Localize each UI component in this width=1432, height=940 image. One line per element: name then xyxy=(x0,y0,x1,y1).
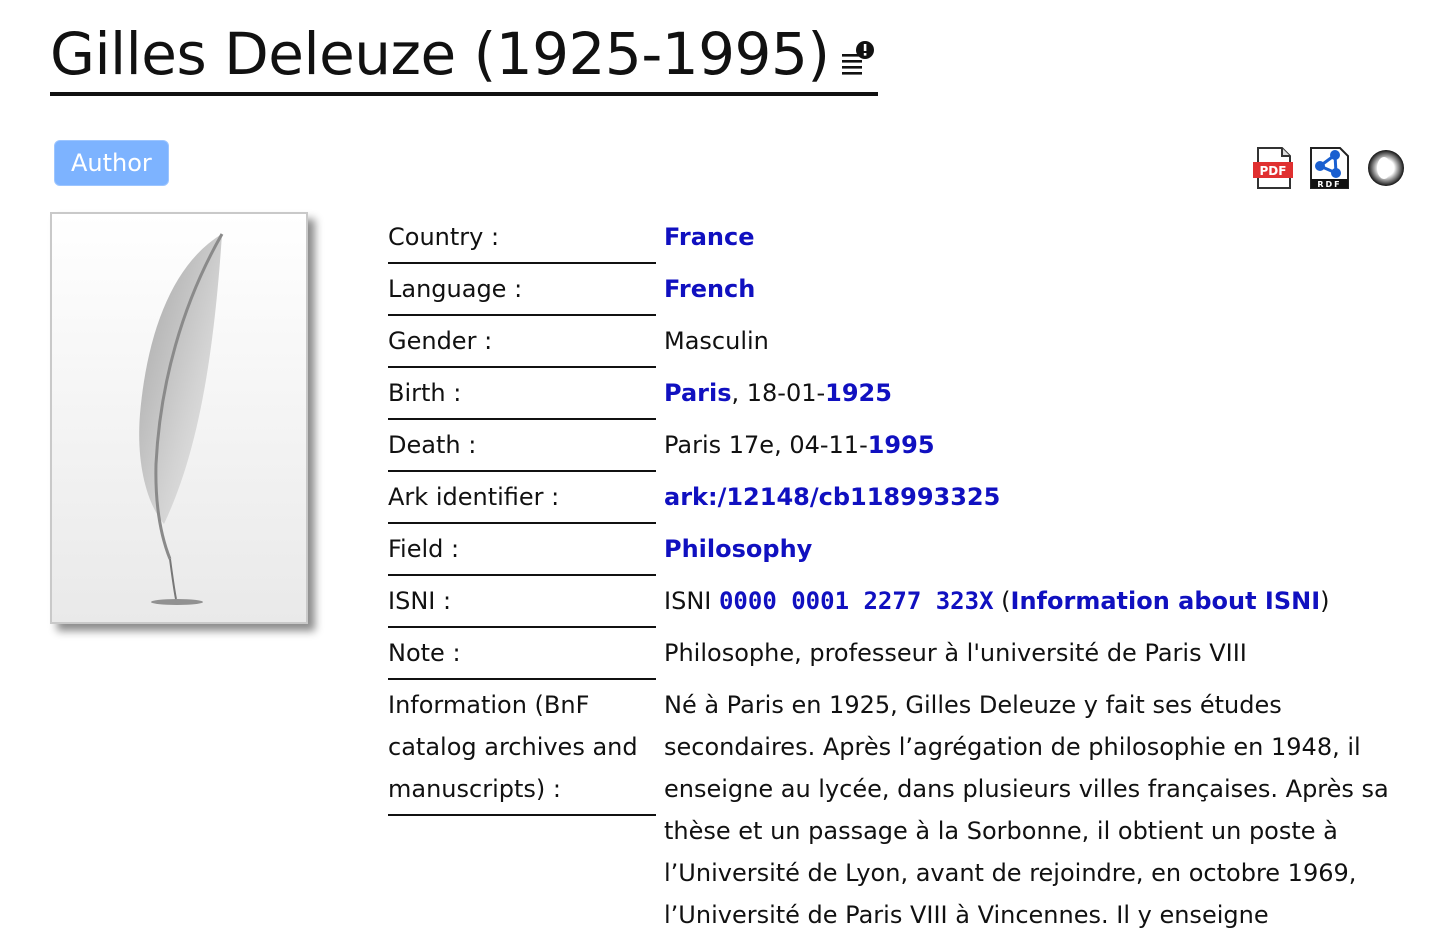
pdf-icon[interactable]: PDF xyxy=(1252,146,1296,190)
info-row-isni: ISNI : ISNI 0000 0001 2277 323X (Informa… xyxy=(388,576,1398,628)
rdf-label: RDF xyxy=(1317,180,1341,189)
isni-value: ISNI 0000 0001 2277 323X (Information ab… xyxy=(656,576,1398,628)
info-row-field: Field : Philosophy xyxy=(388,524,1398,576)
pdf-label: PDF xyxy=(1260,164,1287,178)
field-link[interactable]: Philosophy xyxy=(664,535,812,563)
info-row-country: Country : France xyxy=(388,212,1398,264)
info-row-language: Language : French xyxy=(388,264,1398,316)
isni-prefix: ISNI xyxy=(664,587,719,615)
field-value: Philosophy xyxy=(656,524,1398,576)
language-value: French xyxy=(656,264,1398,316)
note-value: Philosophe, professeur à l'université de… xyxy=(664,639,1247,667)
information-value: Né à Paris en 1925, Gilles Deleuze y fai… xyxy=(664,691,1389,929)
quill-pen-icon xyxy=(139,233,224,605)
birth-date-text: , 18-01- xyxy=(731,379,826,407)
info-row-information: Information (BnF catalog archives and ma… xyxy=(388,680,1398,940)
country-value: France xyxy=(656,212,1398,264)
export-toolbar: PDF RDF xyxy=(1252,146,1408,190)
note-label: Note : xyxy=(388,628,656,680)
field-label: Field : xyxy=(388,524,656,576)
death-label: Death : xyxy=(388,420,656,472)
gender-value: Masculin xyxy=(664,327,769,355)
page: Gilles Deleuze (1925-1995) Author PDF RD… xyxy=(0,0,1432,940)
info-row-death: Death : Paris 17e, 04-11-1995 xyxy=(388,420,1398,472)
death-value: Paris 17e, 04-11-1995 xyxy=(656,420,1398,472)
country-link[interactable]: France xyxy=(664,223,754,251)
birth-label: Birth : xyxy=(388,368,656,420)
info-row-gender: Gender : Masculin xyxy=(388,316,1398,368)
ark-value: ark:/12148/cb118993325 xyxy=(656,472,1398,524)
gender-label: Gender : xyxy=(388,316,656,368)
language-link[interactable]: French xyxy=(664,275,755,303)
document-info-icon[interactable] xyxy=(840,36,878,76)
author-info-table: Country : France Language : French Gende… xyxy=(388,212,1398,940)
rdf-icon[interactable]: RDF xyxy=(1308,146,1352,190)
info-row-ark: Ark identifier : ark:/12148/cb118993325 xyxy=(388,472,1398,524)
birth-place-link[interactable]: Paris xyxy=(664,379,732,407)
death-year-link[interactable]: 1995 xyxy=(868,431,935,459)
language-label: Language : xyxy=(388,264,656,316)
birth-year-link[interactable]: 1925 xyxy=(825,379,892,407)
death-place-date-text: Paris 17e, 04-11- xyxy=(664,431,868,459)
author-badge[interactable]: Author xyxy=(54,140,169,186)
isni-close-paren: ) xyxy=(1320,587,1330,615)
title-block: Gilles Deleuze (1925-1995) xyxy=(50,20,878,96)
ark-identifier-link[interactable]: ark:/12148/cb118993325 xyxy=(664,483,1000,511)
isni-label: ISNI : xyxy=(388,576,656,628)
ark-label: Ark identifier : xyxy=(388,472,656,524)
country-label: Country : xyxy=(388,212,656,264)
information-label: Information (BnF catalog archives and ma… xyxy=(388,680,656,816)
info-row-birth: Birth : Paris, 18-01-1925 xyxy=(388,368,1398,420)
birth-value: Paris, 18-01-1925 xyxy=(656,368,1398,420)
author-portrait-placeholder xyxy=(50,212,308,624)
isni-open-paren: ( xyxy=(993,587,1011,615)
circle-link-icon[interactable] xyxy=(1364,146,1408,190)
page-title: Gilles Deleuze (1925-1995) xyxy=(50,20,830,88)
isni-number-link[interactable]: 0000 0001 2277 323X xyxy=(719,587,994,615)
isni-info-link[interactable]: Information about ISNI xyxy=(1011,587,1321,615)
info-row-note: Note : Philosophe, professeur à l'univer… xyxy=(388,628,1398,680)
